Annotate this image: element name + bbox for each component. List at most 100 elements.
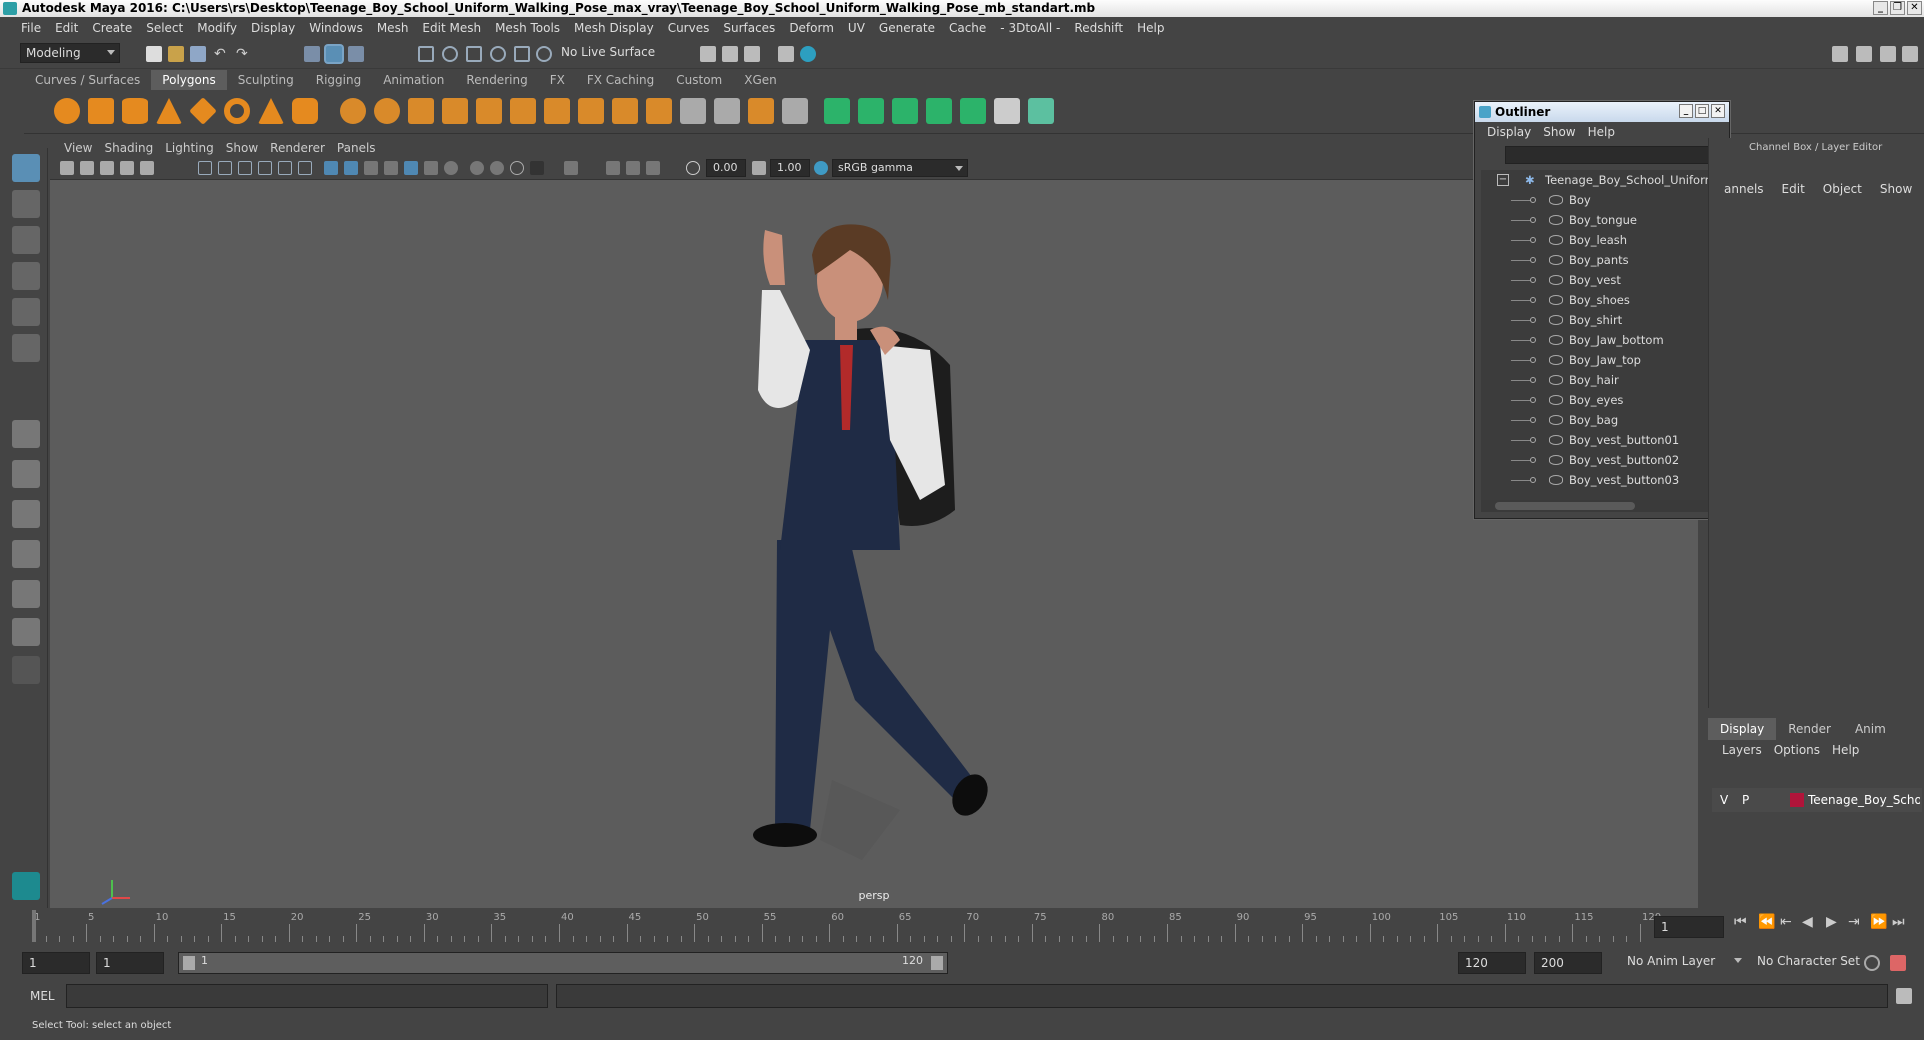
film-gate-icon[interactable] xyxy=(218,161,232,175)
mode-dropdown[interactable]: Modeling xyxy=(20,43,120,63)
outliner-item[interactable]: Boy_bag xyxy=(1481,410,1713,430)
separate-icon[interactable] xyxy=(374,98,400,124)
smooth-shade-icon[interactable] xyxy=(344,161,358,175)
outliner-item[interactable]: Boy_hair xyxy=(1481,370,1713,390)
time-slider[interactable]: 1 5 10 15 20 25 30 35 40 45 50 55 60 65 70 75 80 85 90 95 10… xyxy=(24,910,1905,944)
outliner-filter-input[interactable] xyxy=(1505,146,1725,164)
spherical-uv-icon[interactable] xyxy=(892,98,918,124)
step-back-icon[interactable]: ⏪ xyxy=(1758,914,1775,930)
layer-tab-anim[interactable]: Anim xyxy=(1843,718,1898,740)
planar-uv-icon[interactable] xyxy=(824,98,850,124)
render-settings-icon[interactable] xyxy=(744,46,760,62)
outliner-item[interactable]: Boy_leash xyxy=(1481,230,1713,250)
shadows-icon[interactable] xyxy=(424,161,438,175)
isolate-select-icon[interactable] xyxy=(530,161,544,175)
xray-components-icon[interactable] xyxy=(626,161,640,175)
textured-icon[interactable] xyxy=(384,161,398,175)
shelf-tab-rendering[interactable]: Rendering xyxy=(455,70,538,90)
snap-surface-icon[interactable] xyxy=(514,46,530,62)
shelf-tab-animation[interactable]: Animation xyxy=(372,70,455,90)
use-all-lights-icon[interactable] xyxy=(404,161,418,175)
outliner-item[interactable]: Boy xyxy=(1481,190,1713,210)
hud-icon[interactable] xyxy=(646,161,660,175)
layer-visibility-toggle[interactable]: V xyxy=(1720,788,1728,812)
menu-uv[interactable]: UV xyxy=(841,21,872,35)
restore-button[interactable]: ❐ xyxy=(1890,1,1905,15)
channel-menu-show[interactable]: Show xyxy=(1871,182,1921,196)
menu-select[interactable]: Select xyxy=(139,21,190,35)
menu-cache[interactable]: Cache xyxy=(942,21,993,35)
next-key-icon[interactable]: ⇥ xyxy=(1848,914,1860,930)
image-plane-icon[interactable] xyxy=(120,161,134,175)
single-perspective-layout-icon[interactable] xyxy=(12,420,40,448)
poly-cylinder-icon[interactable] xyxy=(122,98,148,124)
poly-cube-icon[interactable] xyxy=(88,98,114,124)
booleans-icon[interactable] xyxy=(476,98,502,124)
select-tool-icon[interactable] xyxy=(12,154,40,182)
persp-graph-layout-icon[interactable] xyxy=(12,540,40,568)
snap-view-icon[interactable] xyxy=(490,46,506,62)
menu-windows[interactable]: Windows xyxy=(302,21,370,35)
menu-display[interactable]: Display xyxy=(244,21,302,35)
scroll-thumb[interactable] xyxy=(1495,502,1635,510)
safe-action-icon[interactable] xyxy=(298,161,312,175)
color-management-icon[interactable] xyxy=(814,161,828,175)
undo-icon[interactable]: ↶ xyxy=(214,46,230,62)
target-weld-icon[interactable] xyxy=(714,98,740,124)
layer-tab-display[interactable]: Display xyxy=(1708,718,1777,740)
script-editor-icon[interactable] xyxy=(1896,988,1912,1004)
poly-cone-icon[interactable] xyxy=(156,98,182,124)
anim-layer-dropdown[interactable]: No Anim Layer xyxy=(1622,952,1746,974)
grid-toggle-icon[interactable] xyxy=(198,161,212,175)
checker-icon[interactable] xyxy=(994,98,1020,124)
shelf-tab-rigging[interactable]: Rigging xyxy=(305,70,372,90)
select-component-icon[interactable] xyxy=(348,46,364,62)
current-frame-field[interactable]: 1 xyxy=(1654,916,1724,938)
connect-icon[interactable] xyxy=(748,98,774,124)
layer-menu-options[interactable]: Options xyxy=(1768,743,1826,757)
combine-icon[interactable] xyxy=(340,98,366,124)
channel-menu-object[interactable]: Object xyxy=(1814,182,1871,196)
command-input[interactable] xyxy=(66,984,548,1008)
menu-deform[interactable]: Deform xyxy=(782,21,841,35)
menu-create[interactable]: Create xyxy=(85,21,139,35)
poly-pipe-icon[interactable] xyxy=(292,98,318,124)
camera-select-icon[interactable] xyxy=(60,161,74,175)
animation-end-field[interactable]: 200 xyxy=(1534,952,1602,974)
ambient-occlusion-icon[interactable] xyxy=(444,161,458,175)
wireframe-on-shaded-icon[interactable] xyxy=(364,161,378,175)
workspace-icon[interactable] xyxy=(1832,46,1848,62)
menu-modify[interactable]: Modify xyxy=(190,21,244,35)
exposure-field[interactable]: 0.00 xyxy=(706,159,746,177)
poly-pyramid-icon[interactable] xyxy=(258,98,284,124)
new-scene-icon[interactable] xyxy=(146,46,162,62)
menu-generate[interactable]: Generate xyxy=(872,21,942,35)
playback-end-field[interactable]: 120 xyxy=(1458,952,1526,974)
cut-uv-icon[interactable] xyxy=(1028,98,1054,124)
play-forward-icon[interactable]: ▶ xyxy=(1826,914,1837,930)
outliner-item[interactable]: Boy_eyes xyxy=(1481,390,1713,410)
outliner-item[interactable]: Boy_vest_button02 xyxy=(1481,450,1713,470)
outliner-menu-show[interactable]: Show xyxy=(1539,125,1583,139)
outliner-minimize-button[interactable]: _ xyxy=(1679,104,1693,118)
automatic-uv-icon[interactable] xyxy=(926,98,952,124)
ipr-render-icon[interactable] xyxy=(722,46,738,62)
animation-prefs-icon[interactable] xyxy=(1890,955,1906,971)
menu-help[interactable]: Help xyxy=(1130,21,1171,35)
outliner-item[interactable]: Boy_vest_button03 xyxy=(1481,470,1713,490)
extrude-icon[interactable] xyxy=(578,98,604,124)
vp-menu-show[interactable]: Show xyxy=(220,141,264,155)
menu-redshift[interactable]: Redshift xyxy=(1067,21,1130,35)
step-forward-icon[interactable]: ⏩ xyxy=(1870,914,1887,930)
character-model[interactable] xyxy=(50,180,1698,908)
menu-edit-mesh[interactable]: Edit Mesh xyxy=(415,21,488,35)
open-scene-icon[interactable] xyxy=(168,46,184,62)
command-language-label[interactable]: MEL xyxy=(30,989,55,1003)
quad-draw-icon[interactable] xyxy=(782,98,808,124)
grease-pencil-icon[interactable] xyxy=(140,161,154,175)
layer-menu-layers[interactable]: Layers xyxy=(1716,743,1768,757)
hypershade-layout-icon[interactable] xyxy=(12,580,40,608)
extract-icon[interactable] xyxy=(408,98,434,124)
shelf-tab-xgen[interactable]: XGen xyxy=(733,70,788,90)
shelf-tab-fx[interactable]: FX xyxy=(539,70,576,90)
